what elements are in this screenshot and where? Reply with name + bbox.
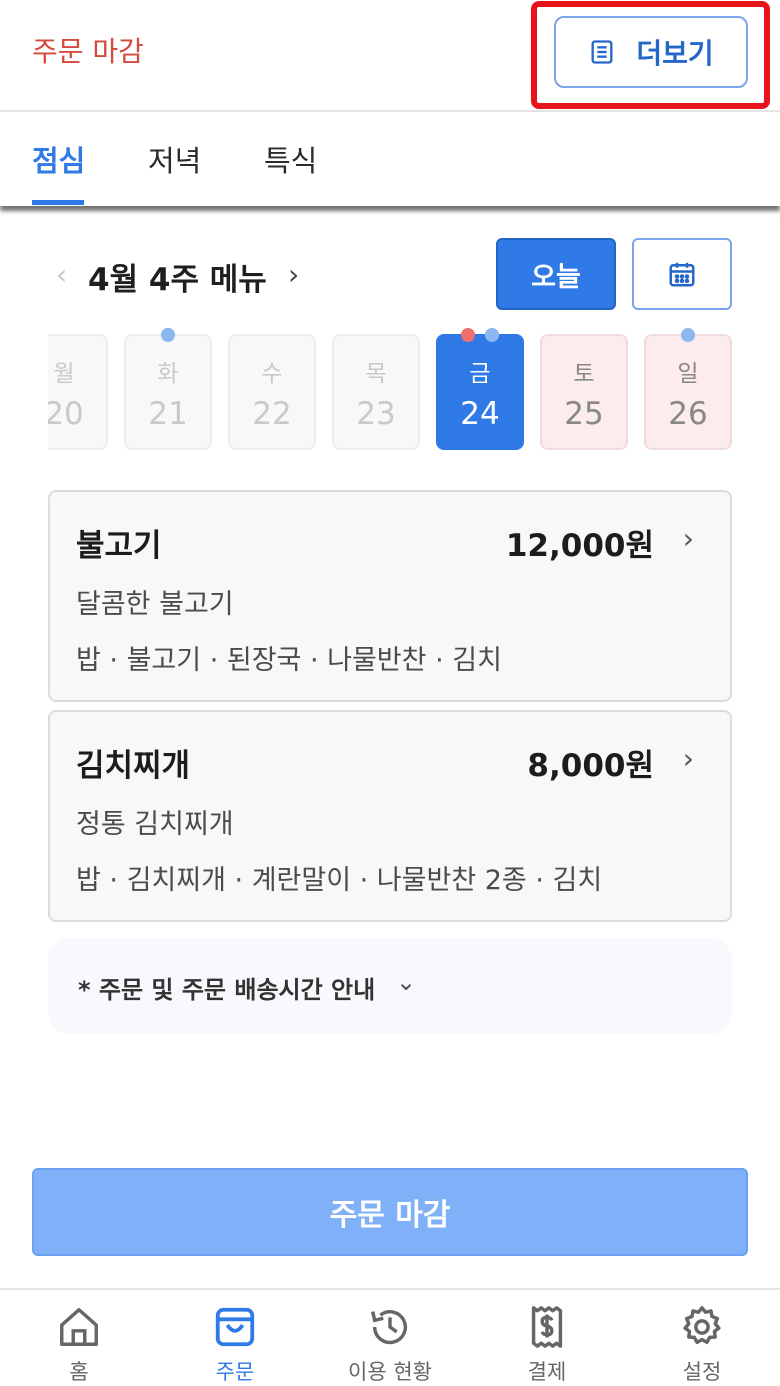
list-icon [591, 40, 613, 64]
nav-item-settings[interactable]: 설정 [642, 1304, 762, 1386]
delivery-notice-accordion[interactable]: * 주문 및 주문 배송시간 안내 ⌄ [48, 938, 732, 1034]
day-date: 25 [564, 396, 604, 432]
nav-label: 결제 [527, 1360, 567, 1384]
meal-tabs: 점심 저녁 특식 [0, 114, 780, 206]
menu-name: 불고기 [76, 528, 162, 564]
nav-label: 홈 [69, 1360, 89, 1384]
day-name: 토 [573, 361, 595, 387]
day-tue[interactable]: 화 21 [124, 334, 212, 450]
app-header: 주문 마감 더보기 [0, 0, 780, 112]
receipt-icon [531, 1306, 563, 1348]
menu-components: 밥 · 불고기 · 된장국 · 나물반찬 · 김치 [76, 645, 502, 676]
menu-components: 밥 · 김치찌개 · 계란말이 · 나물반찬 2종 · 김치 [76, 865, 603, 896]
tab-lunch[interactable]: 점심 [32, 138, 85, 180]
chevron-right-icon: › [682, 522, 694, 555]
nav-label: 설정 [682, 1360, 722, 1384]
more-button-label: 더보기 [636, 37, 714, 70]
day-fri[interactable]: 금 24 [436, 334, 524, 450]
notice-label: * 주문 및 주문 배송시간 안내 [78, 976, 376, 1004]
gear-icon [683, 1306, 721, 1345]
menu-price: 8,000원 [527, 748, 654, 784]
week-selector: ‹ 4월 4주 메뉴 › 오늘 [48, 238, 732, 310]
menu-dot [681, 328, 695, 342]
day-date: 20 [48, 396, 84, 432]
nav-item-payment[interactable]: 결제 [487, 1304, 607, 1386]
today-button[interactable]: 오늘 [496, 238, 616, 310]
nav-item-home[interactable]: 홈 [19, 1304, 139, 1386]
history-icon [371, 1310, 408, 1345]
tab-active-indicator [32, 200, 84, 205]
day-date: 23 [356, 396, 396, 432]
day-name: 목 [365, 361, 387, 387]
tab-dinner[interactable]: 저녁 [148, 138, 201, 180]
tab-special[interactable]: 특식 [264, 138, 317, 180]
day-name: 일 [677, 361, 699, 387]
day-date: 21 [148, 396, 188, 432]
order-closed-button[interactable]: 주문 마감 [32, 1168, 748, 1256]
nav-label: 주문 [215, 1360, 255, 1384]
menu-dot [485, 328, 499, 342]
week-title: 4월 4주 메뉴 [88, 262, 267, 298]
day-sat[interactable]: 토 25 [540, 334, 628, 450]
menu-description: 달콤한 불고기 [76, 589, 234, 620]
calendar-button[interactable] [632, 238, 732, 310]
more-button[interactable]: 더보기 [554, 16, 748, 88]
home-icon [60, 1308, 98, 1346]
chevron-down-icon: ⌄ [396, 968, 417, 996]
prev-week-icon[interactable]: ‹ [56, 258, 67, 291]
day-thu[interactable]: 목 23 [332, 334, 420, 450]
nav-label: 이용 현황 [348, 1360, 432, 1384]
nav-item-order[interactable]: 주문 [175, 1304, 295, 1386]
day-mon[interactable]: 월 20 [48, 334, 108, 450]
menu-description: 정통 김치찌개 [76, 809, 234, 840]
menu-card[interactable]: 불고기 12,000원 › 달콤한 불고기 밥 · 불고기 · 된장국 · 나물… [48, 490, 732, 702]
calendar-icon [669, 262, 695, 287]
day-date: 26 [668, 396, 708, 432]
menu-price: 12,000원 [505, 528, 654, 564]
menu-name: 김치찌개 [76, 748, 191, 784]
day-name: 금 [469, 361, 491, 387]
menu-dot [461, 328, 475, 342]
menu-dot [161, 328, 175, 342]
nav-item-usage[interactable]: 이용 현황 [330, 1304, 450, 1386]
bottom-nav: 홈 주문 이용 현황 결제 설정 [0, 1288, 780, 1386]
page-title: 주문 마감 [32, 35, 144, 68]
shopping-bag-icon [215, 1307, 255, 1347]
day-name: 화 [157, 361, 179, 387]
next-week-icon[interactable]: › [288, 258, 299, 291]
day-selector: 월 20 화 21 수 22 목 23 금 24 토 25 일 26 [48, 322, 732, 452]
menu-card[interactable]: 김치찌개 8,000원 › 정통 김치찌개 밥 · 김치찌개 · 계란말이 · … [48, 710, 732, 922]
day-date: 22 [252, 396, 292, 432]
day-name: 월 [53, 361, 75, 387]
day-name: 수 [261, 361, 283, 387]
day-date: 24 [460, 396, 500, 432]
day-wed[interactable]: 수 22 [228, 334, 316, 450]
day-sun[interactable]: 일 26 [644, 334, 732, 450]
chevron-right-icon: › [682, 742, 694, 775]
